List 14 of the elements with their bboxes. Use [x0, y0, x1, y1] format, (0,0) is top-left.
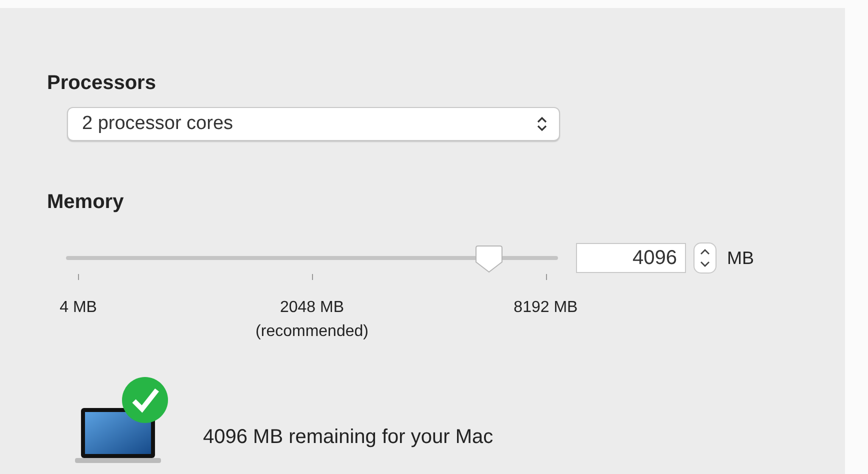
stepper-icon[interactable]: [693, 242, 717, 274]
section-heading: Memory: [47, 190, 125, 214]
tick-note: (recommended): [256, 323, 368, 341]
tick-label: 8192 MB: [514, 299, 578, 317]
slider-thumb[interactable]: [475, 244, 504, 274]
memory-slider[interactable]: [66, 244, 558, 272]
chevron-icon: [537, 116, 547, 132]
tick-label: 4 MB: [60, 299, 97, 317]
unit-label: MB: [727, 248, 754, 268]
status-text: 4096 MB remaining for your Mac: [203, 424, 494, 448]
processor-select[interactable]: 2 processor cores: [67, 107, 560, 141]
memory-field[interactable]: 4096: [576, 243, 686, 273]
tick-label: 2048 MB: [278, 299, 346, 317]
section-heading: Processors: [47, 71, 157, 95]
